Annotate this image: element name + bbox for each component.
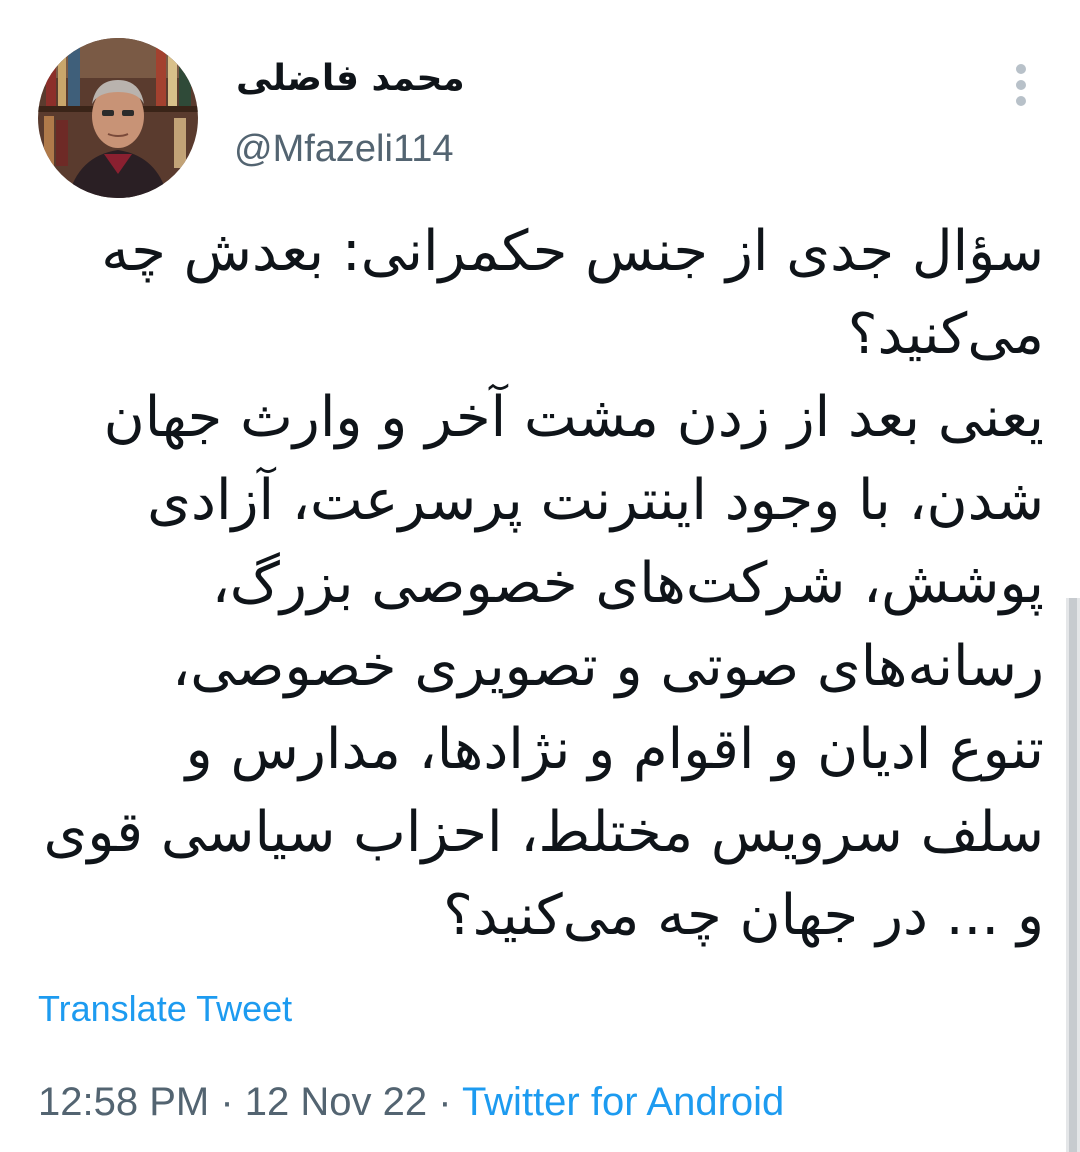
meta-separator: ·: [209, 1080, 245, 1124]
tweet-line: سلف سرویس مختلط، احزاب سیاسی قوی: [43, 800, 1044, 865]
tweet-line: یعنی بعد از زدن مشت آخر و وارث جهان: [103, 385, 1044, 450]
meta-separator: ·: [427, 1080, 462, 1124]
tweet-time[interactable]: 12:58 PM: [38, 1080, 209, 1124]
tweet-line: و ... در جهان چه می‌کنید؟: [443, 883, 1044, 948]
tweet-line: شدن، با وجود اینترنت پرسرعت، آزادی: [147, 468, 1044, 533]
tweet-line: پوشش، شرکت‌های خصوصی بزرگ،: [211, 551, 1044, 616]
scrollbar[interactable]: [1066, 598, 1080, 1152]
scrollbar-thumb[interactable]: [1069, 598, 1077, 1152]
tweet-line: سؤال جدی از جنس حکمرانی: بعدش چه: [101, 219, 1044, 284]
tweet-metadata: 12:58 PM · 12 Nov 22 · Twitter for Andro…: [38, 1080, 784, 1125]
tweet-line: تنوع ادیان و اقوام و نژادها، مدارس و: [185, 717, 1044, 782]
avatar[interactable]: [38, 38, 198, 198]
tweet-text: سؤال جدی از جنس حکمرانی: بعدش چه می‌کنید…: [40, 210, 1044, 957]
tweet-line: رسانه‌های صوتی و تصویری خصوصی،: [172, 634, 1044, 699]
more-vertical-icon: [1016, 96, 1026, 106]
tweet-source-link[interactable]: Twitter for Android: [462, 1080, 784, 1124]
profile-photo-icon: [38, 38, 198, 198]
more-vertical-icon: [1016, 80, 1026, 90]
tweet-line: می‌کنید؟: [847, 302, 1044, 367]
author-display-name[interactable]: محمد فاضلی: [236, 58, 465, 99]
author-handle[interactable]: @Mfazeli114: [234, 128, 454, 171]
translate-tweet-link[interactable]: Translate Tweet: [38, 988, 292, 1030]
tweet-date[interactable]: 12 Nov 22: [245, 1080, 427, 1124]
more-vertical-icon: [1016, 64, 1026, 74]
more-options-button[interactable]: [1004, 60, 1038, 110]
